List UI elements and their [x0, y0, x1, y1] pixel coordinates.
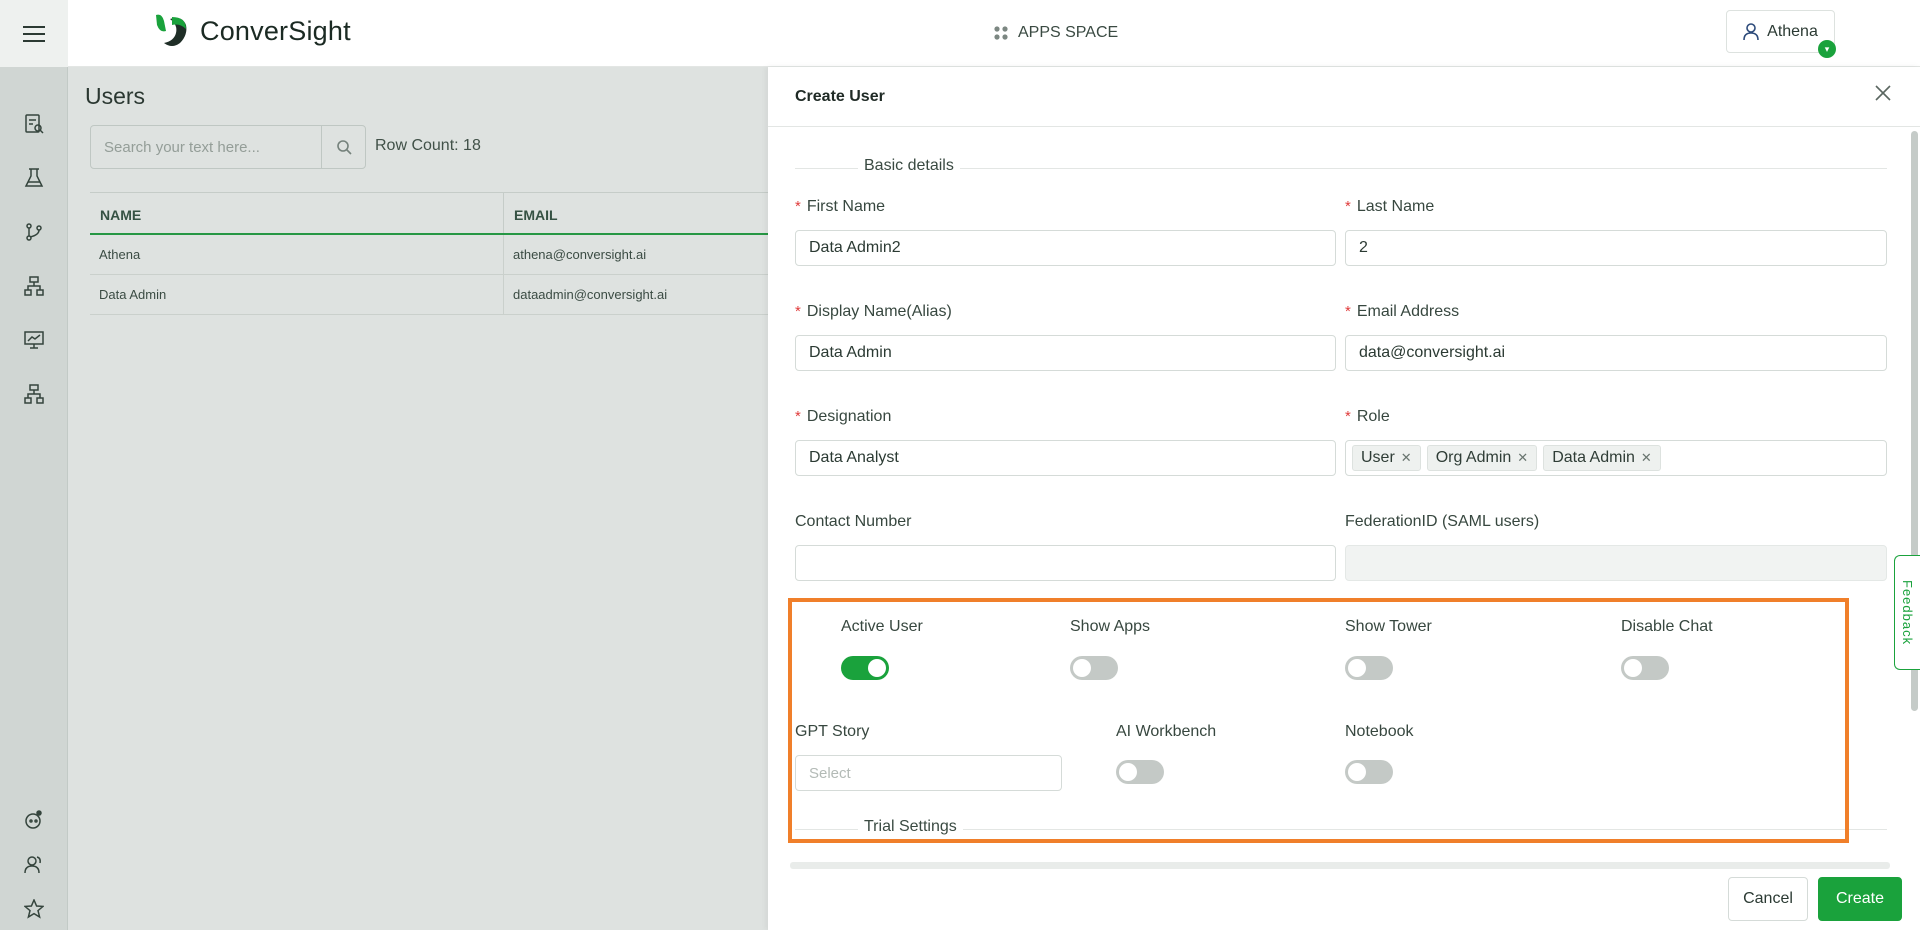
- apps-space-button[interactable]: APPS SPACE: [994, 24, 1118, 42]
- remove-chip-icon[interactable]: ✕: [1401, 450, 1412, 466]
- show-apps-label: Show Apps: [1070, 618, 1151, 635]
- email-field[interactable]: data@conversight.ai: [1345, 335, 1887, 371]
- role-chip-label: Data Admin: [1552, 449, 1635, 466]
- role-chip-label: User: [1361, 449, 1395, 466]
- required-asterisk: *: [1345, 303, 1351, 320]
- disable-chat-label: Disable Chat: [1621, 618, 1713, 635]
- required-asterisk: *: [795, 303, 801, 320]
- display-name-label: * Display Name(Alias): [795, 303, 952, 321]
- active-user-toggle[interactable]: [841, 656, 889, 680]
- required-asterisk: *: [1345, 408, 1351, 425]
- show-apps-toggle[interactable]: [1070, 656, 1118, 680]
- remove-chip-icon[interactable]: ✕: [1641, 450, 1652, 466]
- cancel-button[interactable]: Cancel: [1728, 877, 1808, 921]
- first-name-label-text: First Name: [806, 198, 886, 215]
- user-name: Athena: [1767, 22, 1818, 40]
- display-name-field[interactable]: Data Admin: [795, 335, 1336, 371]
- first-name-field[interactable]: Data Admin2: [795, 230, 1336, 266]
- modal-backdrop[interactable]: [0, 67, 768, 930]
- app-name: ConverSight: [200, 15, 351, 46]
- role-chip-label: Org Admin: [1435, 449, 1512, 466]
- active-user-label: Active User: [841, 618, 923, 635]
- create-button[interactable]: Create: [1818, 877, 1902, 921]
- apps-grid-icon: [994, 26, 1008, 40]
- federation-id-label: FederationID (SAML users): [1345, 513, 1540, 530]
- show-tower-toggle[interactable]: [1345, 656, 1393, 680]
- first-name-label: * First Name: [795, 198, 885, 216]
- feedback-tab[interactable]: Feedback: [1894, 555, 1920, 670]
- drawer-header: Create User: [768, 67, 1920, 127]
- last-name-field[interactable]: 2: [1345, 230, 1887, 266]
- hamburger-menu-button[interactable]: [0, 0, 68, 67]
- display-name-label-text: Display Name(Alias): [806, 303, 952, 320]
- contact-number-field[interactable]: [795, 545, 1336, 581]
- user-dropdown-badge[interactable]: ▾: [1818, 40, 1836, 58]
- basic-details-heading: Basic details: [858, 157, 960, 175]
- role-chip: Data Admin ✕: [1543, 445, 1661, 471]
- close-icon: [1875, 85, 1891, 101]
- ai-workbench-label: AI Workbench: [1116, 723, 1217, 740]
- role-chip: Org Admin ✕: [1426, 445, 1538, 471]
- contact-number-label: Contact Number: [795, 513, 912, 530]
- feedback-label: Feedback: [1900, 579, 1915, 646]
- trial-settings-heading: Trial Settings: [858, 818, 963, 836]
- top-header: ConverSight APPS SPACE Athena ▾: [0, 0, 1920, 67]
- gpt-story-label: GPT Story: [795, 723, 870, 740]
- role-label-text: Role: [1356, 408, 1390, 425]
- user-icon: [1743, 22, 1759, 40]
- role-multiselect[interactable]: User ✕ Org Admin ✕ Data Admin ✕: [1345, 440, 1887, 476]
- hamburger-icon: [23, 25, 45, 42]
- gpt-story-select[interactable]: Select: [795, 755, 1062, 791]
- apps-space-label: APPS SPACE: [1018, 24, 1119, 41]
- email-label-text: Email Address: [1356, 303, 1460, 320]
- drawer-title: Create User: [795, 88, 885, 105]
- ai-workbench-toggle[interactable]: [1116, 760, 1164, 784]
- required-asterisk: *: [795, 408, 801, 425]
- notebook-label: Notebook: [1345, 723, 1414, 740]
- designation-label: * Designation: [795, 408, 891, 426]
- designation-label-text: Designation: [806, 408, 892, 425]
- email-label: * Email Address: [1345, 303, 1459, 321]
- logo-icon: [156, 14, 187, 46]
- role-label: * Role: [1345, 408, 1390, 426]
- designation-field[interactable]: Data Analyst: [795, 440, 1336, 476]
- last-name-label-text: Last Name: [1356, 198, 1435, 215]
- close-button[interactable]: [1874, 84, 1896, 106]
- role-chip: User ✕: [1352, 445, 1421, 471]
- horizontal-scrollbar[interactable]: [790, 862, 1890, 869]
- required-asterisk: *: [1345, 198, 1351, 215]
- notebook-toggle[interactable]: [1345, 760, 1393, 784]
- required-asterisk: *: [795, 198, 801, 215]
- disable-chat-toggle[interactable]: [1621, 656, 1669, 680]
- remove-chip-icon[interactable]: ✕: [1517, 450, 1528, 466]
- show-tower-label: Show Tower: [1345, 618, 1432, 635]
- federation-id-field: [1345, 545, 1887, 581]
- last-name-label: * Last Name: [1345, 198, 1434, 216]
- chevron-down-icon: ▾: [1824, 43, 1830, 54]
- create-user-drawer: Create User Basic details * First Name Da…: [768, 67, 1920, 930]
- conversight-logo[interactable]: ConverSight: [152, 13, 351, 49]
